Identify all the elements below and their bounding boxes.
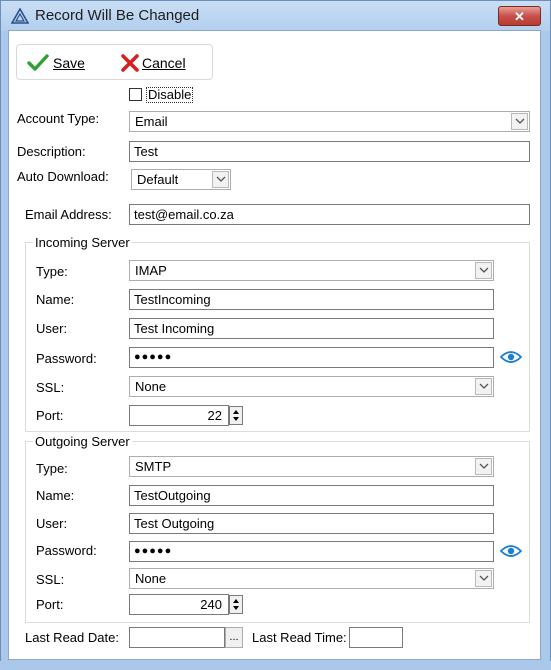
incoming-ssl-value: None (135, 379, 167, 394)
save-label: Save (53, 55, 85, 71)
incoming-user-label: User: (36, 321, 68, 336)
incoming-name-label: Name: (36, 292, 75, 307)
checkmark-icon (27, 54, 49, 71)
spin-arrows-icon (233, 599, 239, 610)
description-label: Description: (17, 144, 86, 159)
email-address-input[interactable]: test@email.co.za (129, 204, 530, 225)
outgoing-ssl-value: None (135, 571, 167, 586)
email-address-label: Email Address: (25, 207, 112, 222)
outgoing-user-input[interactable]: Test Outgoing (129, 513, 494, 534)
incoming-port-label: Port: (36, 408, 64, 423)
account-type-select[interactable]: Email (129, 111, 530, 132)
last-read-time-label: Last Read Time: (252, 630, 347, 645)
chevron-down-icon (212, 171, 229, 188)
incoming-server-title: Incoming Server (33, 235, 132, 250)
chevron-down-icon (475, 458, 492, 475)
auto-download-select[interactable]: Default (131, 169, 231, 190)
auto-download-value: Default (137, 172, 179, 187)
outgoing-type-select[interactable]: SMTP (129, 456, 494, 477)
cancel-label: Cancel (142, 55, 186, 71)
incoming-port-input[interactable]: 22 (129, 405, 229, 426)
chevron-down-icon (475, 262, 492, 279)
date-picker-button[interactable]: ... (225, 627, 243, 648)
incoming-ssl-select[interactable]: None (129, 376, 494, 397)
account-type-value: Email (135, 114, 168, 129)
close-button[interactable]: ✕ (498, 6, 541, 26)
outgoing-password-input[interactable]: ●●●●● (129, 541, 494, 562)
incoming-ssl-label: SSL: (36, 380, 65, 395)
cancel-x-icon (121, 54, 139, 72)
disable-checkbox[interactable] (129, 88, 142, 101)
title-bar[interactable]: Record Will Be Changed ✕ (1, 1, 550, 31)
incoming-type-label: Type: (36, 264, 68, 279)
app-logo-icon (11, 8, 29, 24)
incoming-password-label: Password: (36, 351, 97, 366)
chevron-down-icon (475, 378, 492, 395)
close-icon: ✕ (514, 9, 525, 24)
outgoing-type-value: SMTP (135, 459, 172, 474)
incoming-port-spinner[interactable] (229, 406, 243, 425)
incoming-password-input[interactable]: ●●●●● (129, 347, 494, 368)
window-bottom-border (0, 661, 551, 670)
show-password-eye-icon[interactable] (500, 544, 522, 558)
outgoing-port-input[interactable]: 240 (129, 594, 229, 615)
incoming-type-value: IMAP (135, 263, 167, 278)
outgoing-user-label: User: (36, 516, 68, 531)
outgoing-ssl-label: SSL: (36, 572, 65, 587)
outgoing-type-label: Type: (36, 461, 68, 476)
disable-label: Disable (146, 87, 194, 103)
auto-download-label: Auto Download: (17, 169, 109, 184)
last-read-date-input[interactable] (129, 627, 225, 648)
outgoing-name-label: Name: (36, 488, 75, 503)
incoming-type-select[interactable]: IMAP (129, 260, 494, 281)
spin-arrows-icon (233, 410, 239, 421)
last-read-date-label: Last Read Date: (25, 630, 119, 645)
outgoing-name-input[interactable]: TestOutgoing (129, 485, 494, 506)
account-type-label: Account Type: (17, 111, 100, 126)
outgoing-ssl-select[interactable]: None (129, 568, 494, 589)
outgoing-port-label: Port: (36, 597, 64, 612)
incoming-name-input[interactable]: TestIncoming (129, 289, 494, 310)
description-input[interactable]: Test (129, 141, 530, 162)
chevron-down-icon (475, 570, 492, 587)
toolbar: Save Cancel (16, 44, 213, 80)
window-title: Record Will Be Changed (35, 7, 200, 24)
incoming-user-input[interactable]: Test Incoming (129, 318, 494, 339)
chevron-down-icon (511, 113, 528, 130)
outgoing-server-title: Outgoing Server (33, 434, 132, 449)
outgoing-password-label: Password: (36, 543, 97, 558)
show-password-eye-icon[interactable] (500, 350, 522, 364)
last-read-time-input[interactable] (349, 627, 403, 648)
outgoing-port-spinner[interactable] (229, 595, 243, 614)
